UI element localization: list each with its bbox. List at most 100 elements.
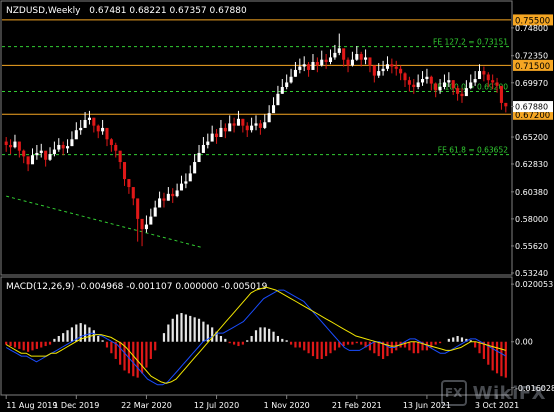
candle-body xyxy=(193,162,197,174)
candle-body xyxy=(22,150,26,157)
date-tick-label: 21 Feb 2021 xyxy=(332,401,382,410)
candle-body xyxy=(166,193,170,201)
candle-body xyxy=(399,68,403,74)
candle-body xyxy=(57,144,61,150)
candle-body xyxy=(328,57,333,62)
candle-body xyxy=(473,79,477,83)
candle-body xyxy=(280,86,284,94)
trendline xyxy=(6,195,204,249)
candle-body xyxy=(26,156,30,165)
candle-body xyxy=(70,139,74,147)
candle-body xyxy=(372,65,376,76)
candle-body xyxy=(48,154,52,160)
date-tick-label: 1 Nov 2020 xyxy=(264,401,310,410)
candle-body xyxy=(136,198,140,219)
price-tick-label: 0.53240 xyxy=(515,269,548,278)
candle-body xyxy=(30,155,35,165)
candle-body xyxy=(109,139,113,145)
candle-body xyxy=(35,152,39,156)
candle-body xyxy=(228,123,232,132)
fib-label: FE 127.2 = 0.73151 xyxy=(433,38,508,47)
candle-body xyxy=(359,54,363,60)
date-tick-label: 1 Dec 2019 xyxy=(53,401,99,410)
candle-body xyxy=(215,133,219,138)
candle-body xyxy=(17,141,21,151)
candle-body xyxy=(390,64,394,67)
candle-body xyxy=(122,162,127,180)
candle-body xyxy=(482,71,486,75)
candle-body xyxy=(210,133,214,142)
candle-body xyxy=(495,82,499,86)
candle-body xyxy=(486,74,490,81)
candle-body xyxy=(333,52,337,58)
level-price-label: 0.67200 xyxy=(515,111,550,121)
candle-body xyxy=(4,141,8,145)
candle-body xyxy=(263,122,267,128)
chart-canvas: NZDUSD,Weekly 0.67481 0.68221 0.67357 0.… xyxy=(0,0,554,410)
candle-body xyxy=(355,54,359,60)
candle-body xyxy=(175,190,179,197)
candle-body xyxy=(201,144,205,153)
candle-body xyxy=(320,59,324,66)
candle-body xyxy=(219,127,223,138)
candle-body xyxy=(127,179,131,188)
candle-body xyxy=(315,61,319,66)
candle-body xyxy=(289,76,293,83)
candle-body xyxy=(61,144,65,149)
macd-tick-label: 0.020053 xyxy=(515,280,553,289)
candle-body xyxy=(456,88,460,94)
candle-body xyxy=(39,150,43,153)
candle-body xyxy=(451,80,455,89)
candle-body xyxy=(9,144,13,148)
date-tick-label: 22 Mar 2020 xyxy=(121,401,172,410)
fib-label: FE 61.8 = 0.63652 xyxy=(438,146,508,155)
candle-body xyxy=(464,88,468,97)
candle-body xyxy=(285,82,289,87)
candle-body xyxy=(184,181,188,184)
macd-histogram xyxy=(5,313,507,378)
candle-body xyxy=(105,127,109,140)
candle-body xyxy=(293,69,297,77)
candle-body xyxy=(179,183,184,191)
fibonacci-levels: FE 127.2 = 0.73151FE 100.0 = 0.69200FE 6… xyxy=(2,38,511,156)
macd-header: MACD(12,26,9) -0.004968 -0.001107 0.0000… xyxy=(6,282,268,292)
candle-body xyxy=(421,79,425,83)
candle-body xyxy=(447,80,451,83)
candle-body xyxy=(44,150,48,160)
candle-body xyxy=(377,71,381,76)
candle-body xyxy=(206,141,210,145)
candle-body xyxy=(504,102,508,107)
watermark: FX WikiFX xyxy=(440,380,546,406)
candle-body xyxy=(442,82,446,87)
date-tick-label: 11 Aug 2019 xyxy=(6,401,57,410)
candle-body xyxy=(460,93,464,97)
candle-body xyxy=(350,59,354,66)
candle-body xyxy=(144,224,148,230)
candle-body xyxy=(469,82,473,89)
candle-body xyxy=(429,76,433,84)
candle-body xyxy=(153,207,157,217)
price-tick-label: 0.74800 xyxy=(515,24,548,33)
price-tick-label: 0.62830 xyxy=(515,160,548,169)
candle-body xyxy=(477,71,482,80)
price-header: NZDUSD,Weekly 0.67481 0.68221 0.67357 0.… xyxy=(6,6,247,16)
candle-body xyxy=(276,93,280,106)
candle-body xyxy=(140,218,144,230)
candle-body xyxy=(346,59,350,66)
level-price-label: 0.71500 xyxy=(515,62,550,72)
candle-body xyxy=(87,117,91,120)
date-tick-label: 12 Jul 2020 xyxy=(194,401,239,410)
ohlc-label: 0.67481 0.68221 0.67357 0.67880 xyxy=(89,6,247,16)
candle-body xyxy=(254,123,258,126)
candle-body xyxy=(271,105,276,114)
candle-body xyxy=(188,173,192,182)
candle-body xyxy=(241,118,245,126)
candle-body xyxy=(250,125,254,131)
candle-body xyxy=(245,125,249,131)
candle-body xyxy=(425,76,429,80)
watermark-text: WikiFX xyxy=(472,382,546,404)
candle-body xyxy=(236,118,241,126)
candle-body xyxy=(407,80,411,85)
price-tick-label: 0.55620 xyxy=(515,242,548,251)
candle-body xyxy=(412,84,416,87)
